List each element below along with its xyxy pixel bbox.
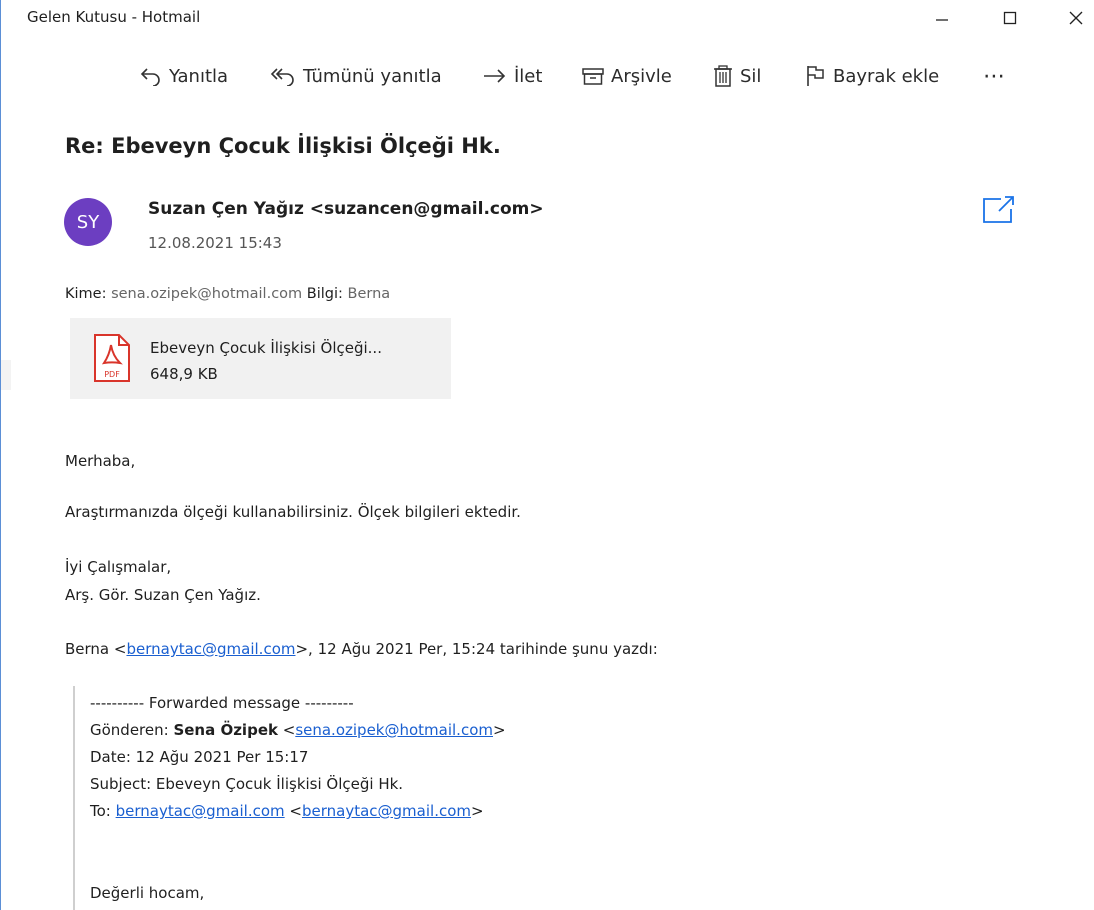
more-icon: ⋯ — [983, 63, 1006, 89]
flag-button[interactable]: Bayrak ekle — [805, 56, 939, 96]
forwarded-to-email-link-2[interactable]: bernaytac@gmail.com — [302, 802, 471, 820]
title-bar: Gelen Kutusu - Hotmail — [1, 0, 1094, 36]
forward-label: İlet — [514, 65, 543, 87]
more-options-button[interactable]: ⋯ — [983, 56, 1006, 96]
forwarded-from-label: Gönderen: — [90, 721, 174, 739]
reply-all-label: Tümünü yanıtla — [303, 65, 442, 87]
archive-button[interactable]: Arşivle — [581, 56, 672, 96]
to-recipient[interactable]: sena.ozipek@hotmail.com — [111, 286, 302, 302]
reply-label: Yanıtla — [169, 65, 229, 87]
archive-label: Arşivle — [611, 65, 672, 87]
reply-button[interactable]: Yanıtla — [139, 56, 228, 96]
popout-icon — [983, 196, 1014, 223]
body-closing: İyi Çalışmalar, — [65, 558, 172, 576]
delete-button[interactable]: Sil — [712, 56, 761, 96]
forwarded-from: Gönderen: Sena Özipek <sena.ozipek@hotma… — [90, 721, 506, 739]
minimize-icon — [936, 19, 948, 21]
reply-all-icon — [270, 68, 294, 86]
archive-icon — [582, 68, 604, 85]
cc-label: Bilgi: — [306, 286, 343, 302]
close-icon — [1069, 11, 1083, 25]
quote-bar — [73, 686, 75, 910]
forwarded-to: To: bernaytac@gmail.com <bernaytac@gmail… — [90, 802, 484, 820]
open-in-new-window-button[interactable] — [981, 194, 1017, 230]
reply-icon — [140, 68, 160, 86]
forwarded-divider: ---------- Forwarded message --------- — [90, 694, 354, 712]
forwarded-from-email-link[interactable]: sena.ozipek@hotmail.com — [295, 721, 493, 739]
avatar-initials: SY — [76, 211, 100, 233]
mail-window: Gelen Kutusu - Hotmail Yanıtla Tümünü ya… — [0, 0, 1094, 910]
delete-label: Sil — [740, 65, 762, 87]
forwarded-subject: Subject: Ebeveyn Çocuk İlişkisi Ölçeği H… — [90, 775, 404, 793]
pdf-label: PDF — [104, 370, 120, 379]
attachment-size: 648,9 KB — [150, 365, 218, 383]
message-subject: Re: Ebeveyn Çocuk İlişkisi Ölçeği Hk. — [65, 134, 501, 158]
quote-header-suffix: >, 12 Ağu 2021 Per, 15:24 tarihinde şunu… — [295, 640, 658, 658]
quote-header-email-link[interactable]: bernaytac@gmail.com — [126, 640, 295, 658]
quote-header: Berna <bernaytac@gmail.com>, 12 Ağu 2021… — [65, 640, 658, 658]
body-greeting: Merhaba, — [65, 452, 136, 470]
recipients-line: Kime: sena.ozipek@hotmail.com Bilgi: Ber… — [65, 286, 390, 302]
attachment-card[interactable]: PDF Ebeveyn Çocuk İlişkisi Ölçeği... 648… — [70, 318, 451, 399]
forwarded-to-email-link[interactable]: bernaytac@gmail.com — [116, 802, 285, 820]
maximize-button[interactable] — [987, 0, 1033, 36]
pdf-file-icon: PDF — [94, 334, 130, 382]
flag-icon — [807, 66, 824, 86]
flag-label: Bayrak ekle — [833, 65, 940, 87]
close-button[interactable] — [1053, 0, 1094, 36]
to-label: Kime: — [65, 286, 107, 302]
forwarded-salutation: Değerli hocam, — [90, 884, 205, 902]
maximize-icon — [1003, 11, 1017, 25]
avatar: SY — [64, 198, 112, 246]
trash-icon — [714, 65, 732, 87]
sender-name[interactable]: Suzan Çen Yağız <suzancen@gmail.com> — [148, 199, 544, 219]
cc-recipient[interactable]: Berna — [348, 286, 391, 302]
minimize-button[interactable] — [919, 0, 965, 36]
forward-button[interactable]: İlet — [482, 56, 542, 96]
window-title: Gelen Kutusu - Hotmail — [27, 8, 201, 26]
body-line: Araştırmanızda ölçeği kullanabilirsiniz.… — [65, 503, 521, 521]
forwarded-to-label: To: — [90, 802, 116, 820]
reply-all-button[interactable]: Tümünü yanıtla — [269, 56, 442, 96]
body-signature: Arş. Gör. Suzan Çen Yağız. — [65, 586, 261, 604]
message-toolbar: Yanıtla Tümünü yanıtla İlet Arşivle Sil … — [1, 56, 1094, 96]
forwarded-date: Date: 12 Ağu 2021 Per 15:17 — [90, 748, 309, 766]
forward-icon — [484, 69, 506, 83]
forwarded-from-name: Sena Özipek — [173, 721, 278, 739]
attachment-name: Ebeveyn Çocuk İlişkisi Ölçeği... — [150, 339, 382, 357]
edge-shadow — [1, 360, 11, 390]
message-date: 12.08.2021 15:43 — [148, 234, 282, 252]
quote-header-prefix: Berna < — [65, 640, 127, 658]
